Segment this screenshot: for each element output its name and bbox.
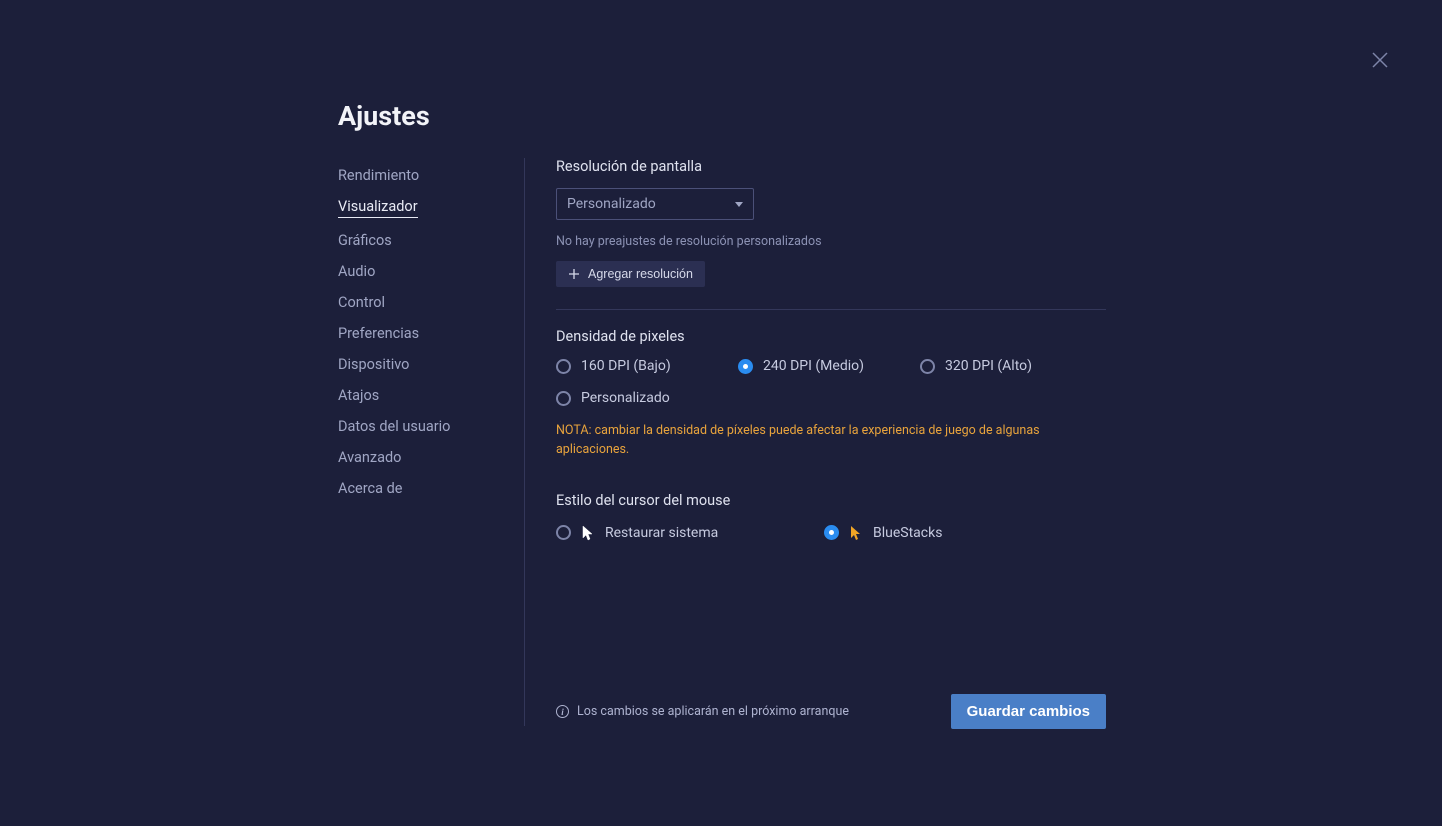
sidebar-item-dispositivo[interactable]: Dispositivo [338, 349, 518, 380]
density-option-320[interactable]: 320 DPI (Alto) [920, 358, 1102, 374]
cursor-title: Estilo del cursor del mouse [556, 492, 1106, 509]
sidebar-item-acerca-de[interactable]: Acerca de [338, 473, 518, 504]
sidebar-item-atajos[interactable]: Atajos [338, 380, 518, 411]
add-resolution-button[interactable]: Agregar resolución [556, 261, 705, 287]
cursor-option-system[interactable]: Restaurar sistema [556, 525, 824, 541]
density-option-custom[interactable]: Personalizado [556, 390, 738, 406]
density-title: Densidad de pixeles [556, 328, 1106, 345]
bluestacks-cursor-icon [849, 525, 863, 541]
resolution-select[interactable]: Personalizado [556, 188, 754, 220]
save-changes-button[interactable]: Guardar cambios [951, 694, 1106, 729]
footer-note-text: Los cambios se aplicarán en el próximo a… [577, 704, 849, 719]
sidebar-item-rendimiento[interactable]: Rendimiento [338, 160, 518, 191]
close-icon [1370, 50, 1390, 70]
cursor-radio-group: Restaurar sistema BlueStacks [556, 525, 1106, 541]
info-icon: i [556, 705, 569, 718]
density-option-160[interactable]: 160 DPI (Bajo) [556, 358, 738, 374]
settings-content: Resolución de pantalla Personalizado No … [556, 158, 1106, 541]
density-option-label: 240 DPI (Medio) [763, 358, 864, 374]
radio-icon [556, 391, 571, 406]
sidebar-item-audio[interactable]: Audio [338, 256, 518, 287]
vertical-divider [524, 158, 525, 726]
sidebar-item-control[interactable]: Control [338, 287, 518, 318]
radio-icon [556, 359, 571, 374]
close-button[interactable] [1370, 50, 1390, 70]
cursor-option-label: Restaurar sistema [605, 525, 718, 541]
sidebar-item-datos-usuario[interactable]: Datos del usuario [338, 411, 518, 442]
density-option-label: 320 DPI (Alto) [945, 358, 1032, 374]
sidebar-item-visualizador[interactable]: Visualizador [338, 191, 418, 218]
resolution-select-value: Personalizado [567, 196, 656, 212]
cursor-option-label: BlueStacks [873, 525, 942, 541]
sidebar-item-avanzado[interactable]: Avanzado [338, 442, 518, 473]
radio-icon [738, 359, 753, 374]
sidebar-item-preferencias[interactable]: Preferencias [338, 318, 518, 349]
add-resolution-label: Agregar resolución [588, 267, 693, 281]
density-option-label: Personalizado [581, 390, 670, 406]
footer: i Los cambios se aplicarán en el próximo… [556, 694, 1106, 729]
density-option-label: 160 DPI (Bajo) [581, 358, 671, 374]
resolution-title: Resolución de pantalla [556, 158, 1106, 175]
system-cursor-icon [581, 525, 595, 541]
density-radio-group: 160 DPI (Bajo) 240 DPI (Medio) 320 DPI (… [556, 358, 1106, 422]
density-option-240[interactable]: 240 DPI (Medio) [738, 358, 920, 374]
page-title: Ajustes [338, 100, 430, 132]
radio-icon [920, 359, 935, 374]
radio-icon [556, 525, 571, 540]
dropdown-caret-icon [735, 202, 743, 207]
plus-icon [568, 268, 580, 280]
cursor-option-bluestacks[interactable]: BlueStacks [824, 525, 942, 541]
footer-note: i Los cambios se aplicarán en el próximo… [556, 704, 849, 719]
settings-sidebar: Rendimiento Visualizador Gráficos Audio … [338, 160, 518, 504]
resolution-helper-text: No hay preajustes de resolución personal… [556, 234, 1106, 249]
section-divider [556, 309, 1106, 310]
density-note: NOTA: cambiar la densidad de píxeles pue… [556, 422, 1106, 460]
radio-icon [824, 525, 839, 540]
sidebar-item-graficos[interactable]: Gráficos [338, 225, 518, 256]
